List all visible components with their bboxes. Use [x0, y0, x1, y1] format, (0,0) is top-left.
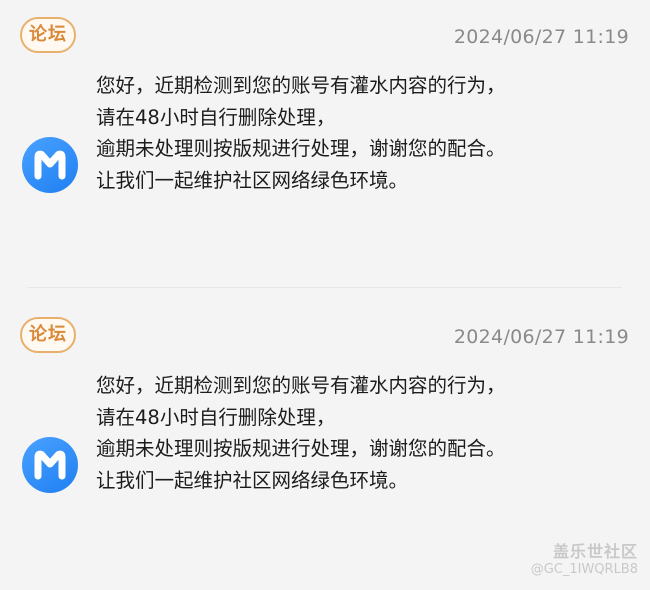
message-line: 逾期未处理则按版规进行处理，谢谢您的配合。 [96, 437, 506, 460]
message-line: 请在48小时自行删除处理， [96, 105, 336, 129]
message-line: 请在48小时自行删除处理， [96, 405, 336, 429]
notification-item[interactable]: 论坛 2024/06/27 11:19 您好，近期检测到您的账号有灌水内容的行为… [0, 0, 650, 290]
message-line: 您好，近期检测到您的账号有灌水内容的行为， [96, 374, 506, 397]
timestamp: 2024/06/27 11:19 [453, 26, 629, 48]
timestamp: 2024/06/27 11:19 [453, 326, 629, 348]
forum-tag: 论坛 [20, 17, 76, 53]
message-line: 让我们一起维护社区网络绿色环境。 [96, 168, 409, 192]
divider [28, 287, 622, 288]
message-body: 您好，近期检测到您的账号有灌水内容的行为， 请在48小时自行删除处理， 逾期未处… [96, 370, 636, 496]
avatar[interactable] [22, 137, 78, 193]
forum-tag: 论坛 [20, 317, 76, 353]
message-line: 逾期未处理则按版规进行处理，谢谢您的配合。 [96, 137, 506, 160]
avatar[interactable] [22, 437, 78, 493]
m-logo-icon [34, 450, 66, 480]
notification-list: 论坛 2024/06/27 11:19 您好，近期检测到您的账号有灌水内容的行为… [0, 0, 650, 590]
watermark-brand: 盖乐世社区 [552, 542, 638, 561]
m-logo-icon [34, 150, 66, 180]
message-body: 您好，近期检测到您的账号有灌水内容的行为， 请在48小时自行删除处理， 逾期未处… [96, 70, 636, 196]
watermark-user: @GC_1IWQRLB8 [530, 562, 638, 577]
message-line: 您好，近期检测到您的账号有灌水内容的行为， [96, 74, 506, 97]
message-line: 让我们一起维护社区网络绿色环境。 [96, 468, 409, 492]
